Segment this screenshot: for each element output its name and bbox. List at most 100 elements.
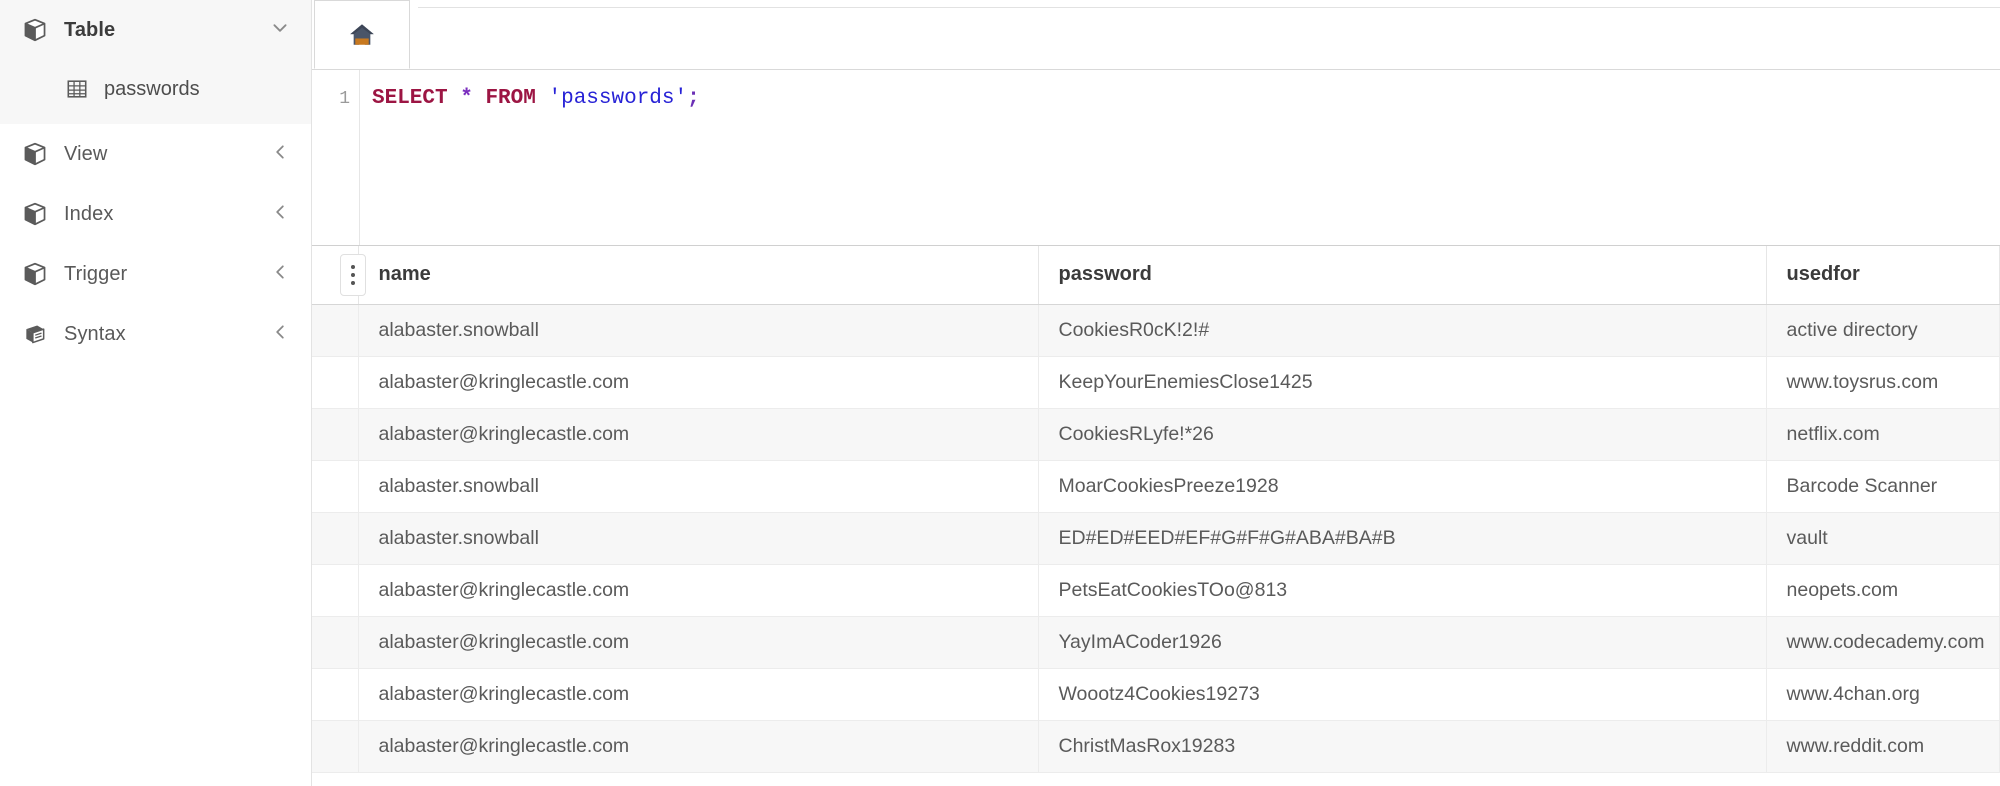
sql-token-plain: [536, 87, 549, 110]
tab-strip-empty-area: [418, 7, 2000, 69]
sidebar-group-index: Index: [0, 184, 311, 244]
main-pane: 1 SELECT * FROM 'passwords'; name passwo…: [312, 0, 2000, 786]
sql-token-plain: [448, 87, 461, 110]
sidebar-group-syntax: Syntax: [0, 304, 311, 364]
sidebar: Table passwords View Index Trigger Syntax: [0, 0, 312, 786]
row-handle-cell[interactable]: [312, 460, 359, 513]
cell-name[interactable]: alabaster@kringlecastle.com: [358, 356, 1039, 409]
sidebar-item-table[interactable]: Table: [0, 0, 311, 60]
sidebar-item-label: Trigger: [64, 262, 128, 285]
home-icon: [349, 23, 375, 47]
cell-usedfor[interactable]: www.4chan.org: [1766, 668, 2000, 721]
results-grid[interactable]: name password usedfor alabaster.snowball…: [312, 246, 2000, 786]
grid-table-icon: [66, 78, 104, 100]
sql-token-keyword: FROM: [485, 87, 536, 110]
results-table: name password usedfor alabaster.snowball…: [312, 246, 2000, 773]
table-row[interactable]: alabaster@kringlecastle.com PetsEatCookie…: [312, 564, 2000, 617]
chevron-down-icon[interactable]: [271, 19, 289, 42]
row-handle-cell[interactable]: [312, 668, 359, 721]
cell-name[interactable]: alabaster@kringlecastle.com: [358, 720, 1039, 773]
sidebar-group-table: Table passwords: [0, 0, 311, 124]
book-icon: [22, 321, 64, 347]
sidebar-item-trigger[interactable]: Trigger: [0, 244, 311, 304]
row-handle-cell[interactable]: [312, 512, 359, 565]
results-header-row: name password usedfor: [312, 246, 2000, 305]
sql-token-keyword: SELECT: [372, 87, 448, 110]
results-table-head: name password usedfor: [312, 246, 2000, 305]
column-header-name[interactable]: name: [358, 246, 1039, 305]
row-handle-cell[interactable]: [312, 304, 359, 357]
chevron-left-icon[interactable]: [271, 263, 289, 286]
cell-usedfor[interactable]: Barcode Scanner: [1766, 460, 2000, 513]
sqlite-browser-window: Table passwords View Index Trigger Syntax 1 S…: [0, 0, 2000, 786]
sidebar-item-syntax[interactable]: Syntax: [0, 304, 311, 364]
cell-usedfor[interactable]: www.codecademy.com: [1766, 616, 2000, 669]
cell-password[interactable]: ED#ED#EED#EF#G#F#G#ABA#BA#B: [1038, 512, 1767, 565]
cell-usedfor[interactable]: vault: [1766, 512, 2000, 565]
cell-name[interactable]: alabaster.snowball: [358, 304, 1039, 357]
table-row[interactable]: alabaster@kringlecastle.com CookiesRLyfe!…: [312, 408, 2000, 461]
table-row[interactable]: alabaster@kringlecastle.com Woootz4Cookie…: [312, 668, 2000, 721]
column-header-handle: [312, 246, 366, 305]
cube-icon: [22, 201, 64, 227]
sidebar-group-trigger: Trigger: [0, 244, 311, 304]
table-row[interactable]: alabaster@kringlecastle.com KeepYourEnemi…: [312, 356, 2000, 409]
row-handle-cell[interactable]: [312, 616, 359, 669]
sql-token-plain: [473, 87, 486, 110]
tab-home[interactable]: [314, 0, 410, 69]
cell-name[interactable]: alabaster.snowball: [358, 512, 1039, 565]
sql-token-punctuation: ;: [687, 87, 700, 110]
tab-strip: [312, 0, 2000, 70]
cell-password[interactable]: MoarCookiesPreeze1928: [1038, 460, 1767, 513]
sql-query-text[interactable]: SELECT * FROM 'passwords';: [360, 70, 2000, 245]
cell-password[interactable]: KeepYourEnemiesClose1425: [1038, 356, 1767, 409]
sidebar-item-label: Table: [64, 18, 116, 41]
cell-name[interactable]: alabaster.snowball: [358, 460, 1039, 513]
table-row[interactable]: alabaster@kringlecastle.com YayImACoder19…: [312, 616, 2000, 669]
cell-password[interactable]: CookiesR0cK!2!#: [1038, 304, 1767, 357]
cell-usedfor[interactable]: www.toysrus.com: [1766, 356, 2000, 409]
row-handle-cell[interactable]: [312, 564, 359, 617]
vertical-dots-icon[interactable]: [340, 253, 366, 296]
cell-password[interactable]: ChristMasRox19283: [1038, 720, 1767, 773]
table-row[interactable]: alabaster.snowball CookiesR0cK!2!# active …: [312, 304, 2000, 357]
column-header-password[interactable]: password: [1038, 246, 1767, 305]
column-header-usedfor[interactable]: usedfor: [1766, 246, 2000, 305]
sql-editor[interactable]: 1 SELECT * FROM 'passwords';: [312, 70, 2000, 246]
results-table-body: alabaster.snowball CookiesR0cK!2!# active …: [312, 304, 2000, 773]
sidebar-item-label: Index: [64, 202, 114, 225]
line-number: 1: [339, 89, 350, 109]
editor-gutter: 1: [312, 70, 360, 245]
cube-icon: [22, 141, 64, 167]
sidebar-subitem-passwords[interactable]: passwords: [0, 60, 311, 118]
row-handle-cell[interactable]: [312, 720, 359, 773]
table-row[interactable]: alabaster@kringlecastle.com ChristMasRox1…: [312, 720, 2000, 773]
cell-name[interactable]: alabaster@kringlecastle.com: [358, 668, 1039, 721]
cell-password[interactable]: CookiesRLyfe!*26: [1038, 408, 1767, 461]
sidebar-item-label: View: [64, 142, 108, 165]
cell-usedfor[interactable]: www.reddit.com: [1766, 720, 2000, 773]
chevron-left-icon[interactable]: [271, 143, 289, 166]
cell-name[interactable]: alabaster@kringlecastle.com: [358, 616, 1039, 669]
cube-icon: [22, 261, 64, 287]
cell-name[interactable]: alabaster@kringlecastle.com: [358, 564, 1039, 617]
sidebar-group-view: View: [0, 124, 311, 184]
cell-password[interactable]: YayImACoder1926: [1038, 616, 1767, 669]
table-row[interactable]: alabaster.snowball ED#ED#EED#EF#G#F#G#ABA…: [312, 512, 2000, 565]
cell-usedfor[interactable]: netflix.com: [1766, 408, 2000, 461]
sidebar-item-index[interactable]: Index: [0, 184, 311, 244]
cell-usedfor[interactable]: active directory: [1766, 304, 2000, 357]
cell-usedfor[interactable]: neopets.com: [1766, 564, 2000, 617]
row-handle-cell[interactable]: [312, 408, 359, 461]
sidebar-item-view[interactable]: View: [0, 124, 311, 184]
row-handle-cell[interactable]: [312, 356, 359, 409]
cell-password[interactable]: PetsEatCookiesTOo@813: [1038, 564, 1767, 617]
chevron-left-icon[interactable]: [271, 323, 289, 346]
cell-password[interactable]: Woootz4Cookies19273: [1038, 668, 1767, 721]
chevron-left-icon[interactable]: [271, 203, 289, 226]
sidebar-item-label: Syntax: [64, 322, 126, 345]
sidebar-subitem-label: passwords: [104, 77, 200, 100]
cell-name[interactable]: alabaster@kringlecastle.com: [358, 408, 1039, 461]
cube-icon: [22, 17, 64, 43]
table-row[interactable]: alabaster.snowball MoarCookiesPreeze1928 B…: [312, 460, 2000, 513]
